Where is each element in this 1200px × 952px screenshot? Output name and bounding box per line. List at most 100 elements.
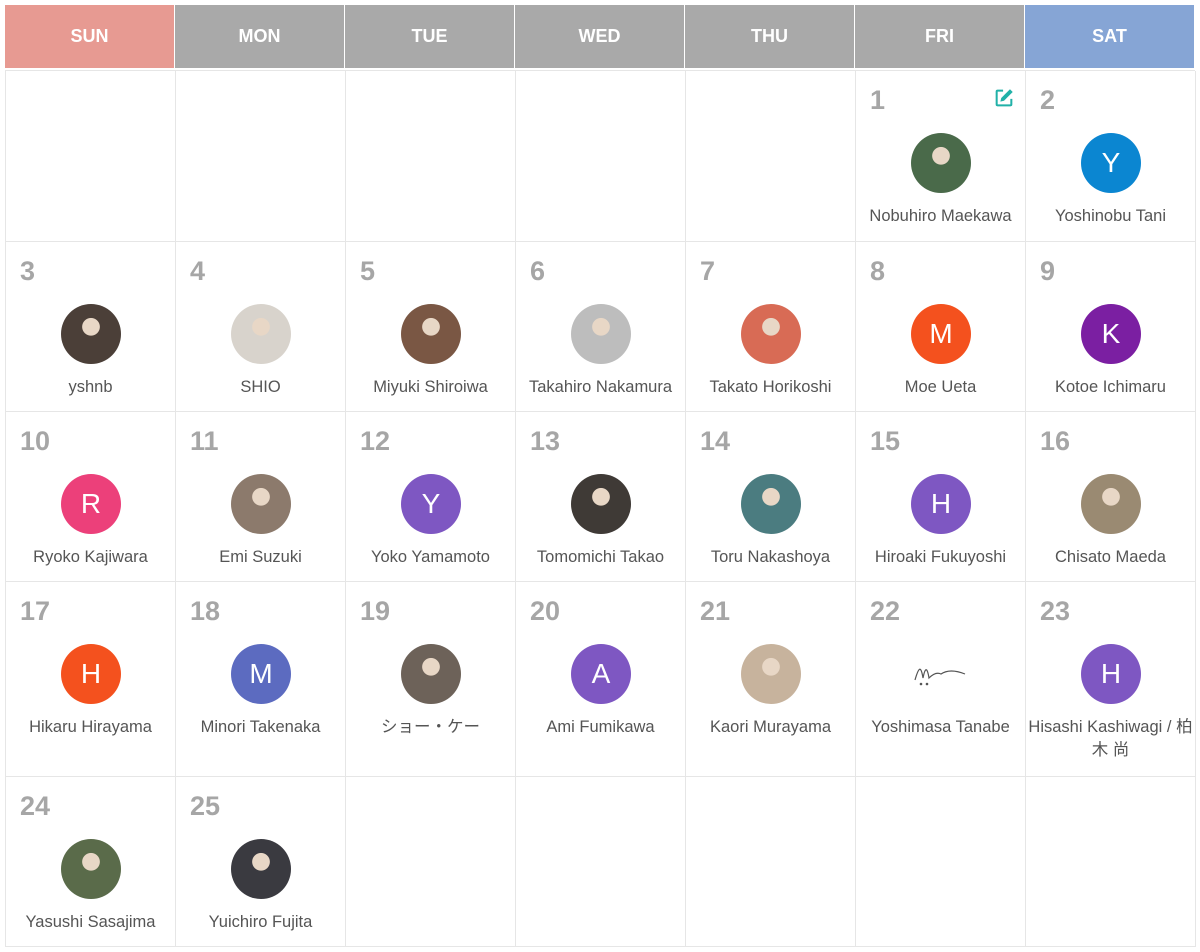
user-name[interactable]: Ryoko Kajiwara — [6, 546, 175, 569]
calendar-day-cell[interactable]: 15 H Hiroaki Fukuyoshi — [856, 412, 1026, 582]
day-number: 17 — [20, 596, 51, 626]
calendar-day-cell[interactable]: 5 Miyuki Shiroiwa — [346, 242, 516, 412]
user-name[interactable]: Minori Takenaka — [176, 716, 345, 739]
calendar-empty-cell — [1026, 777, 1196, 947]
calendar-empty-cell — [6, 71, 176, 242]
calendar-day-cell[interactable]: 17 H Hikaru Hirayama — [6, 582, 176, 777]
user-avatar[interactable]: H — [61, 644, 121, 704]
user-avatar-photo[interactable] — [571, 474, 631, 534]
calendar-day-cell[interactable]: 23 H Hisashi Kashiwagi / 柏木 尚 — [1026, 582, 1196, 777]
user-name[interactable]: Hisashi Kashiwagi / 柏木 尚 — [1026, 716, 1195, 762]
day-number: 20 — [530, 596, 561, 626]
user-name[interactable]: Kaori Murayama — [686, 716, 855, 739]
calendar-day-cell[interactable]: 13 Tomomichi Takao — [516, 412, 686, 582]
user-name[interactable]: Miyuki Shiroiwa — [346, 376, 515, 399]
calendar-day-cell[interactable]: 11 Emi Suzuki — [176, 412, 346, 582]
user-name[interactable]: Takato Horikoshi — [686, 376, 855, 399]
user-avatar-photo[interactable] — [231, 839, 291, 899]
calendar-day-cell[interactable]: 22 Yoshimasa Tanabe — [856, 582, 1026, 777]
user-name[interactable]: Moe Ueta — [856, 376, 1025, 399]
day-number: 7 — [700, 256, 716, 286]
user-avatar-photo[interactable] — [231, 304, 291, 364]
day-number: 21 — [700, 596, 731, 626]
calendar-day-cell[interactable]: 12 Y Yoko Yamamoto — [346, 412, 516, 582]
day-number: 11 — [190, 426, 219, 456]
user-avatar-photo[interactable] — [61, 304, 121, 364]
user-avatar[interactable]: Y — [1081, 133, 1141, 193]
calendar-day-cell[interactable]: 9 K Kotoe Ichimaru — [1026, 242, 1196, 412]
calendar-day-cell[interactable]: 6 Takahiro Nakamura — [516, 242, 686, 412]
calendar-day-cell[interactable]: 1 Nobuhiro Maekawa — [856, 71, 1026, 242]
user-avatar-photo[interactable] — [61, 839, 121, 899]
user-avatar[interactable]: H — [1081, 644, 1141, 704]
calendar-day-cell[interactable]: 19 ショー・ケー — [346, 582, 516, 777]
user-name[interactable]: Yasushi Sasajima — [6, 911, 175, 934]
user-avatar-signature[interactable] — [911, 644, 971, 704]
user-name[interactable]: yshnb — [6, 376, 175, 399]
user-name[interactable]: Kotoe Ichimaru — [1026, 376, 1195, 399]
calendar-day-cell[interactable]: 21 Kaori Murayama — [686, 582, 856, 777]
calendar-day-cell[interactable]: 8 M Moe Ueta — [856, 242, 1026, 412]
user-name[interactable]: Yoshimasa Tanabe — [856, 716, 1025, 739]
day-number: 22 — [870, 596, 901, 626]
weekday-fri: FRI — [855, 5, 1025, 68]
calendar-day-cell[interactable]: 24 Yasushi Sasajima — [6, 777, 176, 947]
user-name[interactable]: Yoko Yamamoto — [346, 546, 515, 569]
user-avatar-photo[interactable] — [741, 644, 801, 704]
user-name[interactable]: Toru Nakashoya — [686, 546, 855, 569]
calendar: SUN MON TUE WED THU FRI SAT 1 Nobuhiro Ma… — [5, 5, 1196, 947]
weekday-thu: THU — [685, 5, 855, 68]
calendar-day-cell[interactable]: 3 yshnb — [6, 242, 176, 412]
calendar-day-cell[interactable]: 20 A Ami Fumikawa — [516, 582, 686, 777]
user-name[interactable]: Takahiro Nakamura — [516, 376, 685, 399]
day-number: 16 — [1040, 426, 1071, 456]
calendar-day-cell[interactable]: 16 Chisato Maeda — [1026, 412, 1196, 582]
user-name[interactable]: SHIO — [176, 376, 345, 399]
day-number: 24 — [20, 791, 51, 821]
calendar-day-cell[interactable]: 18 M Minori Takenaka — [176, 582, 346, 777]
edit-icon[interactable] — [993, 87, 1015, 109]
day-number: 12 — [360, 426, 391, 456]
calendar-day-cell[interactable]: 7 Takato Horikoshi — [686, 242, 856, 412]
user-name[interactable]: Chisato Maeda — [1026, 546, 1195, 569]
calendar-empty-cell — [176, 71, 346, 242]
user-avatar-photo[interactable] — [1081, 474, 1141, 534]
user-name[interactable]: ショー・ケー — [346, 716, 515, 739]
user-name[interactable]: Tomomichi Takao — [516, 546, 685, 569]
user-avatar-photo[interactable] — [231, 474, 291, 534]
day-number: 5 — [360, 256, 376, 286]
day-number: 10 — [20, 426, 51, 456]
day-number: 23 — [1040, 596, 1071, 626]
user-name[interactable]: Hikaru Hirayama — [6, 716, 175, 739]
user-avatar-photo[interactable] — [401, 304, 461, 364]
calendar-empty-cell — [346, 71, 516, 242]
user-name[interactable]: Yoshinobu Tani — [1026, 205, 1195, 228]
user-avatar[interactable]: H — [911, 474, 971, 534]
calendar-empty-cell — [346, 777, 516, 947]
calendar-day-cell[interactable]: 10 R Ryoko Kajiwara — [6, 412, 176, 582]
calendar-day-cell[interactable]: 2 Y Yoshinobu Tani — [1026, 71, 1196, 242]
calendar-day-cell[interactable]: 14 Toru Nakashoya — [686, 412, 856, 582]
calendar-day-cell[interactable]: 4 SHIO — [176, 242, 346, 412]
user-name[interactable]: Hiroaki Fukuyoshi — [856, 546, 1025, 569]
user-name[interactable]: Ami Fumikawa — [516, 716, 685, 739]
weekday-mon: MON — [175, 5, 345, 68]
user-avatar[interactable]: R — [61, 474, 121, 534]
user-avatar-photo[interactable] — [741, 304, 801, 364]
user-avatar-photo[interactable] — [741, 474, 801, 534]
user-avatar-photo[interactable] — [401, 644, 461, 704]
user-avatar[interactable]: K — [1081, 304, 1141, 364]
calendar-grid: 1 Nobuhiro Maekawa 2 Y Yoshinobu Tani 3 yshnb 4… — [5, 70, 1196, 947]
user-avatar-photo[interactable] — [911, 133, 971, 193]
user-avatar[interactable]: Y — [401, 474, 461, 534]
user-avatar[interactable]: M — [231, 644, 291, 704]
weekday-header: SUN MON TUE WED THU FRI SAT — [5, 5, 1195, 68]
user-name[interactable]: Nobuhiro Maekawa — [856, 205, 1025, 228]
calendar-day-cell[interactable]: 25 Yuichiro Fujita — [176, 777, 346, 947]
user-avatar[interactable]: M — [911, 304, 971, 364]
weekday-wed: WED — [515, 5, 685, 68]
user-name[interactable]: Emi Suzuki — [176, 546, 345, 569]
user-avatar[interactable]: A — [571, 644, 631, 704]
user-avatar-photo[interactable] — [571, 304, 631, 364]
user-name[interactable]: Yuichiro Fujita — [176, 911, 345, 934]
